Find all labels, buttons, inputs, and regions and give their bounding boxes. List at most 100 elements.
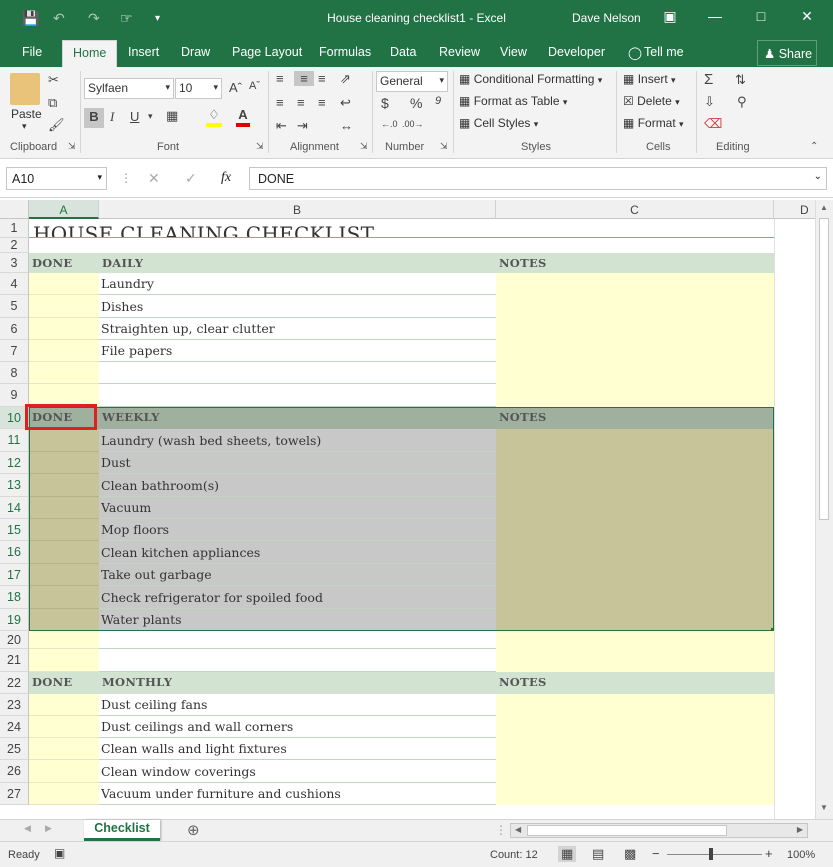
column-header-c[interactable]: C <box>496 200 774 219</box>
vertical-scroll-thumb[interactable] <box>819 218 829 520</box>
row-header[interactable]: 5 <box>0 295 29 318</box>
row-header[interactable]: 6 <box>0 318 29 340</box>
worksheet-grid[interactable]: A B C D 1 2 3 4 5 6 7 8 9 10 11 12 13 14 15 16 17 18 19 20 2… <box>0 200 815 819</box>
prev-sheet-icon[interactable]: ◀ <box>24 823 31 834</box>
paste-button[interactable]: Paste <box>11 107 42 121</box>
enter-icon[interactable]: ✓ <box>185 170 197 187</box>
delete-cells-button[interactable]: ☒ Delete ▾ <box>623 94 680 108</box>
number-launcher-icon[interactable]: ⇲ <box>440 141 448 152</box>
underline-button[interactable]: U <box>130 109 139 124</box>
select-all-corner[interactable] <box>0 200 29 219</box>
done-cell[interactable] <box>29 631 99 649</box>
normal-view-icon[interactable]: ▦ <box>558 846 577 862</box>
font-launcher-icon[interactable]: ⇲ <box>256 141 264 152</box>
zoom-level[interactable]: 100% <box>787 849 815 861</box>
copy-icon[interactable]: ⧉ <box>48 95 57 111</box>
task-row[interactable] <box>99 384 496 407</box>
cancel-icon[interactable]: ✕ <box>148 170 160 187</box>
done-cell[interactable] <box>29 716 99 738</box>
find-select-icon[interactable]: ⚲ <box>737 94 747 110</box>
autosum-icon[interactable]: Σ <box>704 71 713 88</box>
row-header[interactable]: 25 <box>0 738 29 760</box>
next-sheet-icon[interactable]: ▶ <box>45 823 52 834</box>
done-cell[interactable] <box>29 362 99 384</box>
format-painter-icon[interactable]: 🖌 <box>48 117 65 133</box>
row-header[interactable]: 1 <box>0 219 29 238</box>
sort-filter-icon[interactable]: ⇅ <box>735 72 746 88</box>
scroll-left-icon[interactable]: ◀ <box>515 825 521 834</box>
done-cell[interactable] <box>29 760 99 783</box>
zoom-in-icon[interactable]: + <box>765 846 773 861</box>
clipboard-launcher-icon[interactable]: ⇲ <box>68 141 76 152</box>
comma-style-button[interactable]: 9 <box>435 95 441 107</box>
notes-area[interactable] <box>496 273 774 407</box>
macro-record-icon[interactable]: ▣ <box>54 846 65 860</box>
vertical-scrollbar[interactable]: ▲ ▼ <box>815 200 833 819</box>
insert-function-icon[interactable]: fx <box>221 170 231 186</box>
done-cell[interactable] <box>29 295 99 318</box>
align-bottom-icon[interactable]: ≡ <box>318 71 326 86</box>
done-cell[interactable] <box>29 340 99 362</box>
zoom-slider[interactable] <box>667 854 762 855</box>
cut-icon[interactable]: ✂ <box>48 72 59 88</box>
decrease-indent-icon[interactable]: ⇤ <box>276 118 287 134</box>
row-header[interactable]: 12 <box>0 452 29 474</box>
task-row[interactable] <box>99 649 496 672</box>
lightbulb-icon[interactable]: ◯ <box>628 45 642 60</box>
scroll-down-icon[interactable]: ▼ <box>820 803 828 812</box>
font-color-icon[interactable]: A <box>236 107 250 127</box>
row-header[interactable]: 21 <box>0 649 29 672</box>
increase-decimal-icon[interactable]: ←.0 <box>381 119 398 129</box>
fill-icon[interactable]: ⇩ <box>704 94 715 110</box>
column-d-area[interactable] <box>774 219 815 819</box>
align-middle-icon[interactable]: ≡ <box>294 71 314 86</box>
tab-review[interactable]: Review <box>439 45 480 59</box>
align-top-icon[interactable]: ≡ <box>276 71 284 86</box>
increase-font-icon[interactable]: Aˆ <box>229 80 242 95</box>
align-right-icon[interactable]: ≡ <box>318 95 326 110</box>
tab-formulas[interactable]: Formulas <box>319 45 371 59</box>
scroll-right-icon[interactable]: ▶ <box>797 825 803 834</box>
row-header[interactable]: 7 <box>0 340 29 362</box>
tab-insert[interactable]: Insert <box>128 45 159 59</box>
increase-indent-icon[interactable]: ⇥ <box>297 118 308 134</box>
italic-button[interactable]: I <box>110 109 114 125</box>
collapse-ribbon-icon[interactable]: ⌃ <box>810 141 818 152</box>
maximize-icon[interactable]: □ <box>751 8 771 24</box>
number-format-select[interactable]: General ▾ <box>376 71 448 92</box>
row-header[interactable]: 20 <box>0 631 29 649</box>
done-cell[interactable] <box>29 783 99 805</box>
insert-cells-button[interactable]: ▦ Insert ▾ <box>623 72 676 86</box>
more-options-icon[interactable]: ⋮ <box>120 171 132 185</box>
bold-button[interactable]: B <box>84 108 104 128</box>
done-cell[interactable] <box>29 694 99 716</box>
minimize-icon[interactable]: — <box>705 8 725 24</box>
column-header-b[interactable]: B <box>99 200 496 219</box>
paste-icon[interactable] <box>10 73 40 105</box>
row-header[interactable]: 26 <box>0 760 29 783</box>
merge-center-icon[interactable]: ↔ <box>340 118 353 133</box>
formula-input[interactable]: DONE ⌄ <box>249 167 827 190</box>
row-header[interactable]: 2 <box>0 238 29 253</box>
tell-me-search[interactable]: Tell me <box>644 45 684 59</box>
row-header[interactable]: 14 <box>0 497 29 519</box>
task-row[interactable] <box>99 362 496 384</box>
format-as-table-button[interactable]: ▦ Format as Table ▾ <box>459 94 567 108</box>
wrap-text-icon[interactable]: ↩ <box>340 95 351 111</box>
tab-draw[interactable]: Draw <box>181 45 210 59</box>
fill-color-icon[interactable]: ♢ <box>206 107 222 127</box>
align-center-icon[interactable]: ≡ <box>297 95 305 110</box>
font-size-select[interactable]: 10 ▾ <box>175 78 222 99</box>
page-layout-view-icon[interactable]: ▤ <box>592 846 604 862</box>
tab-data[interactable]: Data <box>390 45 416 59</box>
tab-file[interactable]: File <box>22 45 42 59</box>
tab-view[interactable]: View <box>500 45 527 59</box>
row-header[interactable]: 22 <box>0 672 29 694</box>
align-left-icon[interactable]: ≡ <box>276 95 284 110</box>
tab-developer[interactable]: Developer <box>548 45 605 59</box>
orientation-icon[interactable]: ⇗ <box>340 71 351 87</box>
done-cell[interactable] <box>29 649 99 672</box>
new-sheet-icon[interactable]: ⊕ <box>187 821 200 839</box>
task-row[interactable] <box>99 273 496 295</box>
row-header[interactable]: 8 <box>0 362 29 384</box>
